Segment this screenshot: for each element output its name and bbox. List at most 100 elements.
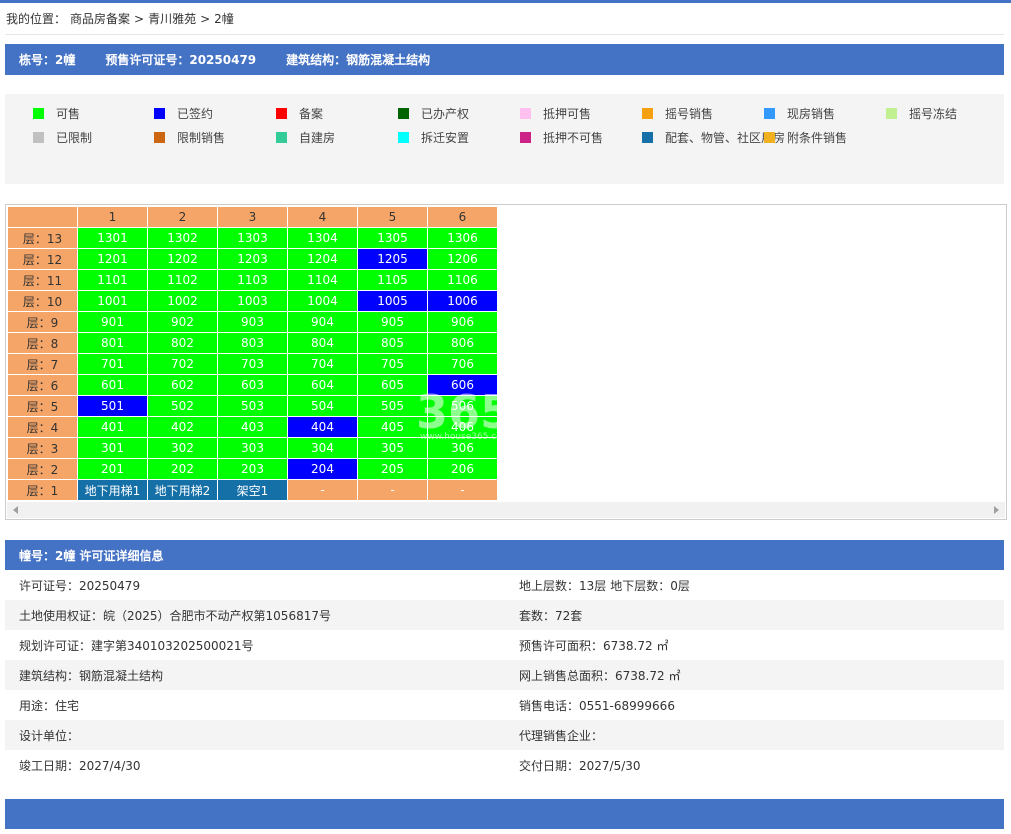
legend-label: 已办产权	[421, 107, 470, 121]
unit-cell[interactable]: 1305	[358, 228, 427, 248]
unit-cell[interactable]: 804	[288, 333, 357, 353]
unit-cell[interactable]: 403	[218, 417, 287, 437]
unit-cell[interactable]: 501	[78, 396, 147, 416]
detail-row: 竣工日期：2027/4/30 交付日期：2027/5/30	[5, 750, 1004, 780]
legend-label: 摇号销售	[665, 107, 714, 121]
detail-right-value: 预售许可面积：6738.72 ㎡	[505, 637, 668, 654]
unit-cell[interactable]: 905	[358, 312, 427, 332]
unit-cell[interactable]: 404	[288, 417, 357, 437]
breadcrumb-item-project[interactable]: 青川雅苑	[148, 12, 196, 26]
unit-cell[interactable]: 504	[288, 396, 357, 416]
unit-cell[interactable]: 1202	[148, 249, 217, 269]
detail-right-text: 交付日期：2027/5/30	[519, 758, 641, 773]
legend-label: 已限制	[56, 131, 93, 145]
floor-label: 层：7	[8, 354, 77, 374]
unit-cell[interactable]: 1204	[288, 249, 357, 269]
legend-label: 拆迁安置	[421, 131, 470, 145]
unit-cell[interactable]: 702	[148, 354, 217, 374]
unit-cell[interactable]: 306	[428, 438, 497, 458]
unit-cell[interactable]: 203	[218, 459, 287, 479]
unit-cell[interactable]: 1002	[148, 291, 217, 311]
unit-cell[interactable]: 502	[148, 396, 217, 416]
unit-cell[interactable]: 1206	[428, 249, 497, 269]
unit-cell[interactable]: 801	[78, 333, 147, 353]
unit-cell[interactable]: 706	[428, 354, 497, 374]
unit-cell[interactable]: 1006	[428, 291, 497, 311]
unit-cell[interactable]: 1106	[428, 270, 497, 290]
unit-cell[interactable]: 601	[78, 375, 147, 395]
top-accent-line	[0, 0, 1011, 3]
unit-cell[interactable]: 802	[148, 333, 217, 353]
unit-cell[interactable]: 505	[358, 396, 427, 416]
unit-cell[interactable]: 402	[148, 417, 217, 437]
permit-detail-header: 幢号：2幢 许可证详细信息	[5, 540, 1004, 570]
unit-cell[interactable]: 1103	[218, 270, 287, 290]
unit-cell[interactable]: 地下用梯1	[78, 480, 147, 500]
detail-left-value: 规划许可证：建字第340103202500021号	[19, 638, 254, 653]
unit-cell[interactable]: 202	[148, 459, 217, 479]
breadcrumb-item-building: 2幢	[214, 12, 234, 26]
unit-cell[interactable]: 204	[288, 459, 357, 479]
unit-cell[interactable]: 806	[428, 333, 497, 353]
unit-cell[interactable]: 1301	[78, 228, 147, 248]
unit-cell[interactable]: 506	[428, 396, 497, 416]
detail-row: 土地使用权证：皖（2025）合肥市不动产权第1056817号 套数：72套	[5, 600, 1004, 630]
unit-cell[interactable]: 1004	[288, 291, 357, 311]
unit-cell[interactable]: 803	[218, 333, 287, 353]
unit-cell[interactable]: 606	[428, 375, 497, 395]
unit-cell[interactable]: 603	[218, 375, 287, 395]
detail-right-text: 地下层数：0层	[610, 578, 690, 593]
unit-cell[interactable]: 1203	[218, 249, 287, 269]
unit-cell[interactable]: 703	[218, 354, 287, 374]
unit-cell[interactable]: 1104	[288, 270, 357, 290]
unit-cell[interactable]: 1201	[78, 249, 147, 269]
unit-cell[interactable]: 1102	[148, 270, 217, 290]
unit-cell[interactable]: 602	[148, 375, 217, 395]
unit-cell[interactable]: 902	[148, 312, 217, 332]
unit-cell[interactable]: 205	[358, 459, 427, 479]
unit-cell[interactable]: 1005	[358, 291, 427, 311]
unit-cell[interactable]: 405	[358, 417, 427, 437]
unit-cell[interactable]: 1003	[218, 291, 287, 311]
empty-unit-cell: -	[358, 480, 427, 500]
breadcrumb-prefix: 我的位置：	[6, 12, 67, 26]
unit-cell[interactable]: 1101	[78, 270, 147, 290]
unit-cell[interactable]: 1205	[358, 249, 427, 269]
unit-cell[interactable]: 1105	[358, 270, 427, 290]
unit-cell[interactable]: 904	[288, 312, 357, 332]
unit-cell[interactable]: 605	[358, 375, 427, 395]
scroll-left-icon[interactable]	[13, 506, 18, 514]
unit-cell[interactable]: 705	[358, 354, 427, 374]
unit-cell[interactable]: 302	[148, 438, 217, 458]
unit-cell[interactable]: 503	[218, 396, 287, 416]
unit-cell[interactable]: 805	[358, 333, 427, 353]
unit-cell[interactable]: 604	[288, 375, 357, 395]
horizontal-scrollbar[interactable]	[7, 502, 1005, 518]
unit-cell[interactable]: 1302	[148, 228, 217, 248]
unit-cell[interactable]: 401	[78, 417, 147, 437]
floor-label: 层：10	[8, 291, 77, 311]
unit-cell[interactable]: 701	[78, 354, 147, 374]
unit-cell[interactable]: 704	[288, 354, 357, 374]
breadcrumb-item-records[interactable]: 商品房备案	[70, 12, 130, 26]
unit-cell[interactable]: 201	[78, 459, 147, 479]
unit-cell[interactable]: 303	[218, 438, 287, 458]
unit-cell[interactable]: 906	[428, 312, 497, 332]
scroll-right-icon[interactable]	[994, 506, 999, 514]
legend-label: 抵押不可售	[543, 131, 604, 145]
unit-cell[interactable]: 301	[78, 438, 147, 458]
unit-cell[interactable]: 架空1	[218, 480, 287, 500]
unit-cell[interactable]: 901	[78, 312, 147, 332]
floor-label: 层：5	[8, 396, 77, 416]
unit-cell[interactable]: 206	[428, 459, 497, 479]
unit-cell[interactable]: 903	[218, 312, 287, 332]
unit-cell[interactable]: 1001	[78, 291, 147, 311]
unit-cell[interactable]: 304	[288, 438, 357, 458]
unit-cell[interactable]: 1304	[288, 228, 357, 248]
floor-label: 层：1	[8, 480, 77, 500]
unit-cell[interactable]: 305	[358, 438, 427, 458]
unit-cell[interactable]: 406	[428, 417, 497, 437]
unit-cell[interactable]: 1303	[218, 228, 287, 248]
unit-cell[interactable]: 1306	[428, 228, 497, 248]
unit-cell[interactable]: 地下用梯2	[148, 480, 217, 500]
